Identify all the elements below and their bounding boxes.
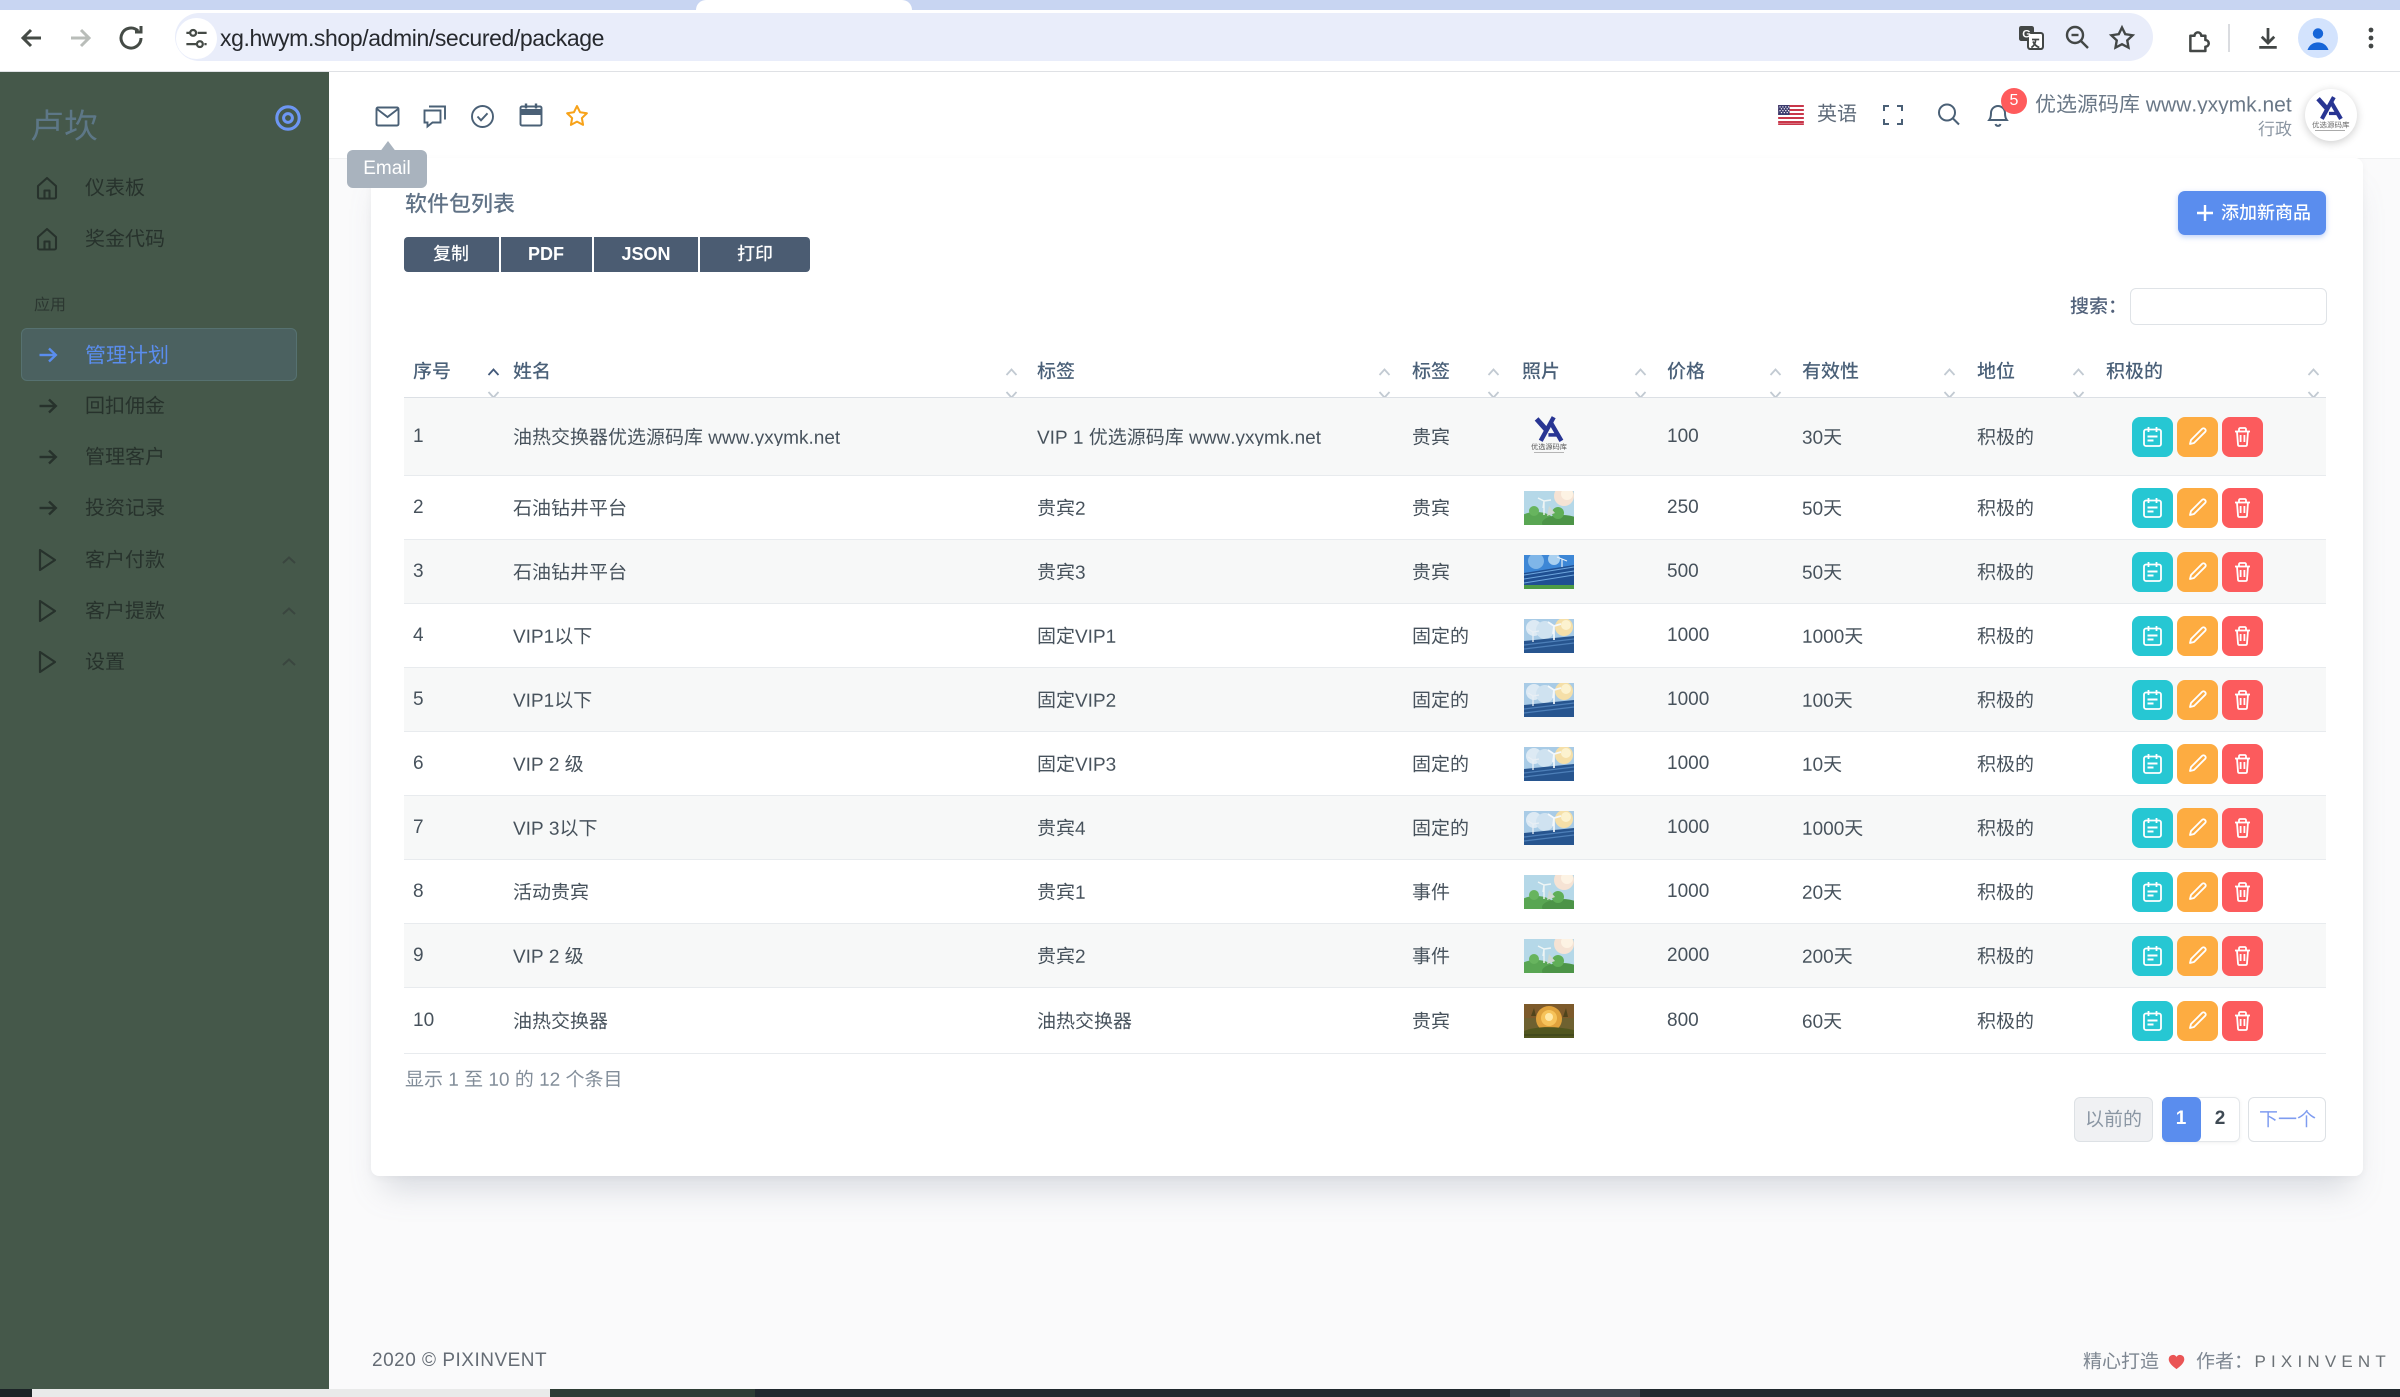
- svg-text:G: G: [2022, 29, 2031, 41]
